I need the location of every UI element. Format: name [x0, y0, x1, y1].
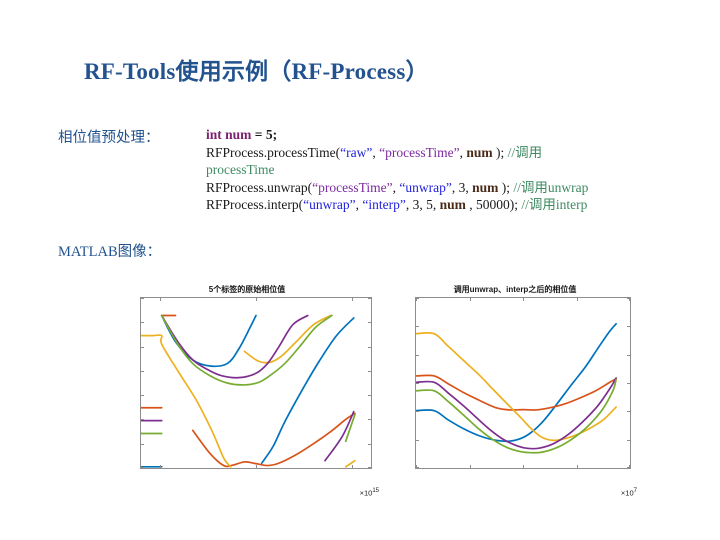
- code-line4-tail: , 50000);: [465, 197, 522, 212]
- code-line4-comment: //调用interp: [521, 197, 588, 212]
- x-tick-mark: [256, 465, 257, 468]
- y-tick-mark: [141, 419, 144, 421]
- x-tick-mark: [523, 465, 524, 468]
- y-tick-mark: [141, 322, 144, 324]
- series-line-tag2-orange: [191, 412, 356, 468]
- code-line-2: RFProcess.processTime(“raw”, “processTim…: [206, 144, 676, 179]
- matlab-image-label: MATLAB图像：: [58, 244, 162, 260]
- plot-canvas: [141, 314, 356, 468]
- y-tick-mark: [416, 326, 419, 328]
- figure-raw-phase-plot: 012345671.522825291.52282531.52282531: [140, 297, 372, 469]
- code-line3-arg2: “unwrap”: [399, 179, 452, 195]
- x-tick-mark: [629, 298, 630, 301]
- x-tick-mark: [160, 298, 162, 301]
- code-line2-arg3: num: [466, 144, 493, 160]
- code-line2-arg1: “raw”: [340, 144, 373, 160]
- x-tick-mark: [629, 465, 630, 468]
- x-tick-mark: [416, 465, 417, 468]
- y-tick-mark: [416, 383, 419, 384]
- figure-raw-phase: 5个标签的原始相位值 012345671.522825291.52282531.…: [113, 284, 381, 498]
- code-line2-arg2: “processTime”: [379, 144, 460, 160]
- code-line3-head: RFProcess.unwrap(: [206, 179, 313, 195]
- code-line-3: RFProcess.unwrap(“processTime”, “unwrap”…: [206, 179, 676, 197]
- y-tick-mark: [416, 411, 419, 413]
- y-tick-mark: [627, 439, 630, 441]
- code-line1-rest: = 5;: [251, 127, 278, 142]
- phase-preprocess-label: 相位值预处理：: [58, 130, 160, 146]
- y-tick-mark: [368, 298, 371, 299]
- y-tick-mark: [141, 346, 144, 348]
- x-tick-mark: [256, 298, 257, 301]
- code-line2-comment-wrap: processTime: [206, 162, 275, 177]
- y-tick-mark: [416, 354, 419, 356]
- series-line-tag3-yellow: [416, 331, 617, 442]
- series-line-tag3-yellow: [243, 314, 332, 364]
- code-line2-head: RFProcess.processTime(: [206, 144, 341, 160]
- x-tick-mark: [351, 298, 353, 301]
- code-line3-comment: //调用unwrap: [513, 179, 589, 195]
- figure-unwrapped-phase-plot: -4-20246800.511.52: [415, 297, 631, 469]
- y-tick-mark: [627, 383, 630, 384]
- code-line3-tail: );: [498, 179, 514, 195]
- code-block: int num = 5; RFProcess.processTime(“raw”…: [206, 126, 676, 214]
- y-tick-mark: [141, 395, 144, 397]
- y-tick-mark: [141, 443, 144, 445]
- code-line3-sep2: , 3,: [451, 179, 473, 195]
- code-line3-arg1: “processTime”: [312, 179, 393, 195]
- code-line-4: RFProcess.interp(“unwrap”, “interp”, 3, …: [206, 196, 676, 214]
- x-tick-mark: [416, 298, 417, 301]
- y-tick-mark: [368, 443, 371, 445]
- y-tick-mark: [368, 419, 371, 421]
- x-tick-mark: [576, 298, 578, 301]
- y-tick-mark: [627, 411, 630, 413]
- figure-unwrapped-phase-title: 调用unwrap、interp之后的相位值: [453, 285, 577, 294]
- x-tick-mark: [351, 465, 353, 468]
- code-line2-tail: );: [492, 144, 508, 160]
- plot-canvas: [416, 322, 617, 454]
- slide: RF-Tools使用示例（RF-Process） 相位值预处理： int num…: [0, 0, 720, 540]
- code-line4-arg2: “interp”: [362, 197, 406, 212]
- x-tick-mark: [469, 298, 471, 301]
- y-tick-mark: [416, 439, 419, 441]
- series-line-tag2-orange: [416, 374, 617, 411]
- y-tick-mark: [368, 346, 371, 348]
- code-line4-arg1: “unwrap”: [303, 197, 356, 212]
- y-tick-mark: [141, 298, 144, 299]
- x-tick-mark: [469, 465, 471, 468]
- code-line4-arg3: num: [439, 197, 466, 212]
- code-line4-head: RFProcess.interp(: [206, 197, 304, 212]
- series-line-tag4-purple: [324, 410, 355, 462]
- y-tick-mark: [627, 326, 630, 328]
- figure-unwrapped-phase: 调用unwrap、interp之后的相位值 -4-20246800.511.52…: [391, 284, 639, 498]
- x-tick-mark: [576, 465, 578, 468]
- series-line-tag3-yellow: [344, 459, 356, 468]
- code-line2-comment: //调用: [507, 144, 543, 160]
- page-title: RF-Tools使用示例（RF-Process）: [84, 59, 429, 84]
- y-tick-mark: [368, 395, 371, 397]
- code-line3-arg3: num: [472, 179, 499, 195]
- y-tick-mark: [368, 467, 371, 468]
- figure-unwrapped-phase-x-exponent: ×107: [620, 487, 637, 498]
- y-tick-mark: [627, 354, 630, 356]
- figure-raw-phase-x-exponent: ×1015: [359, 487, 379, 498]
- figure-raw-phase-title: 5个标签的原始相位值: [208, 285, 286, 294]
- x-tick-mark: [160, 465, 162, 468]
- y-tick-mark: [368, 370, 371, 372]
- x-tick-mark: [523, 298, 524, 301]
- y-tick-mark: [141, 467, 144, 468]
- code-line4-sep2: , 3, 5,: [405, 197, 440, 212]
- code-keyword-int-num: int num: [206, 127, 252, 142]
- y-tick-mark: [141, 370, 144, 372]
- code-line-1: int num = 5;: [206, 126, 676, 144]
- y-tick-mark: [368, 322, 371, 324]
- series-line-tag5-green: [160, 314, 333, 386]
- series-line-tag4-purple: [160, 314, 309, 379]
